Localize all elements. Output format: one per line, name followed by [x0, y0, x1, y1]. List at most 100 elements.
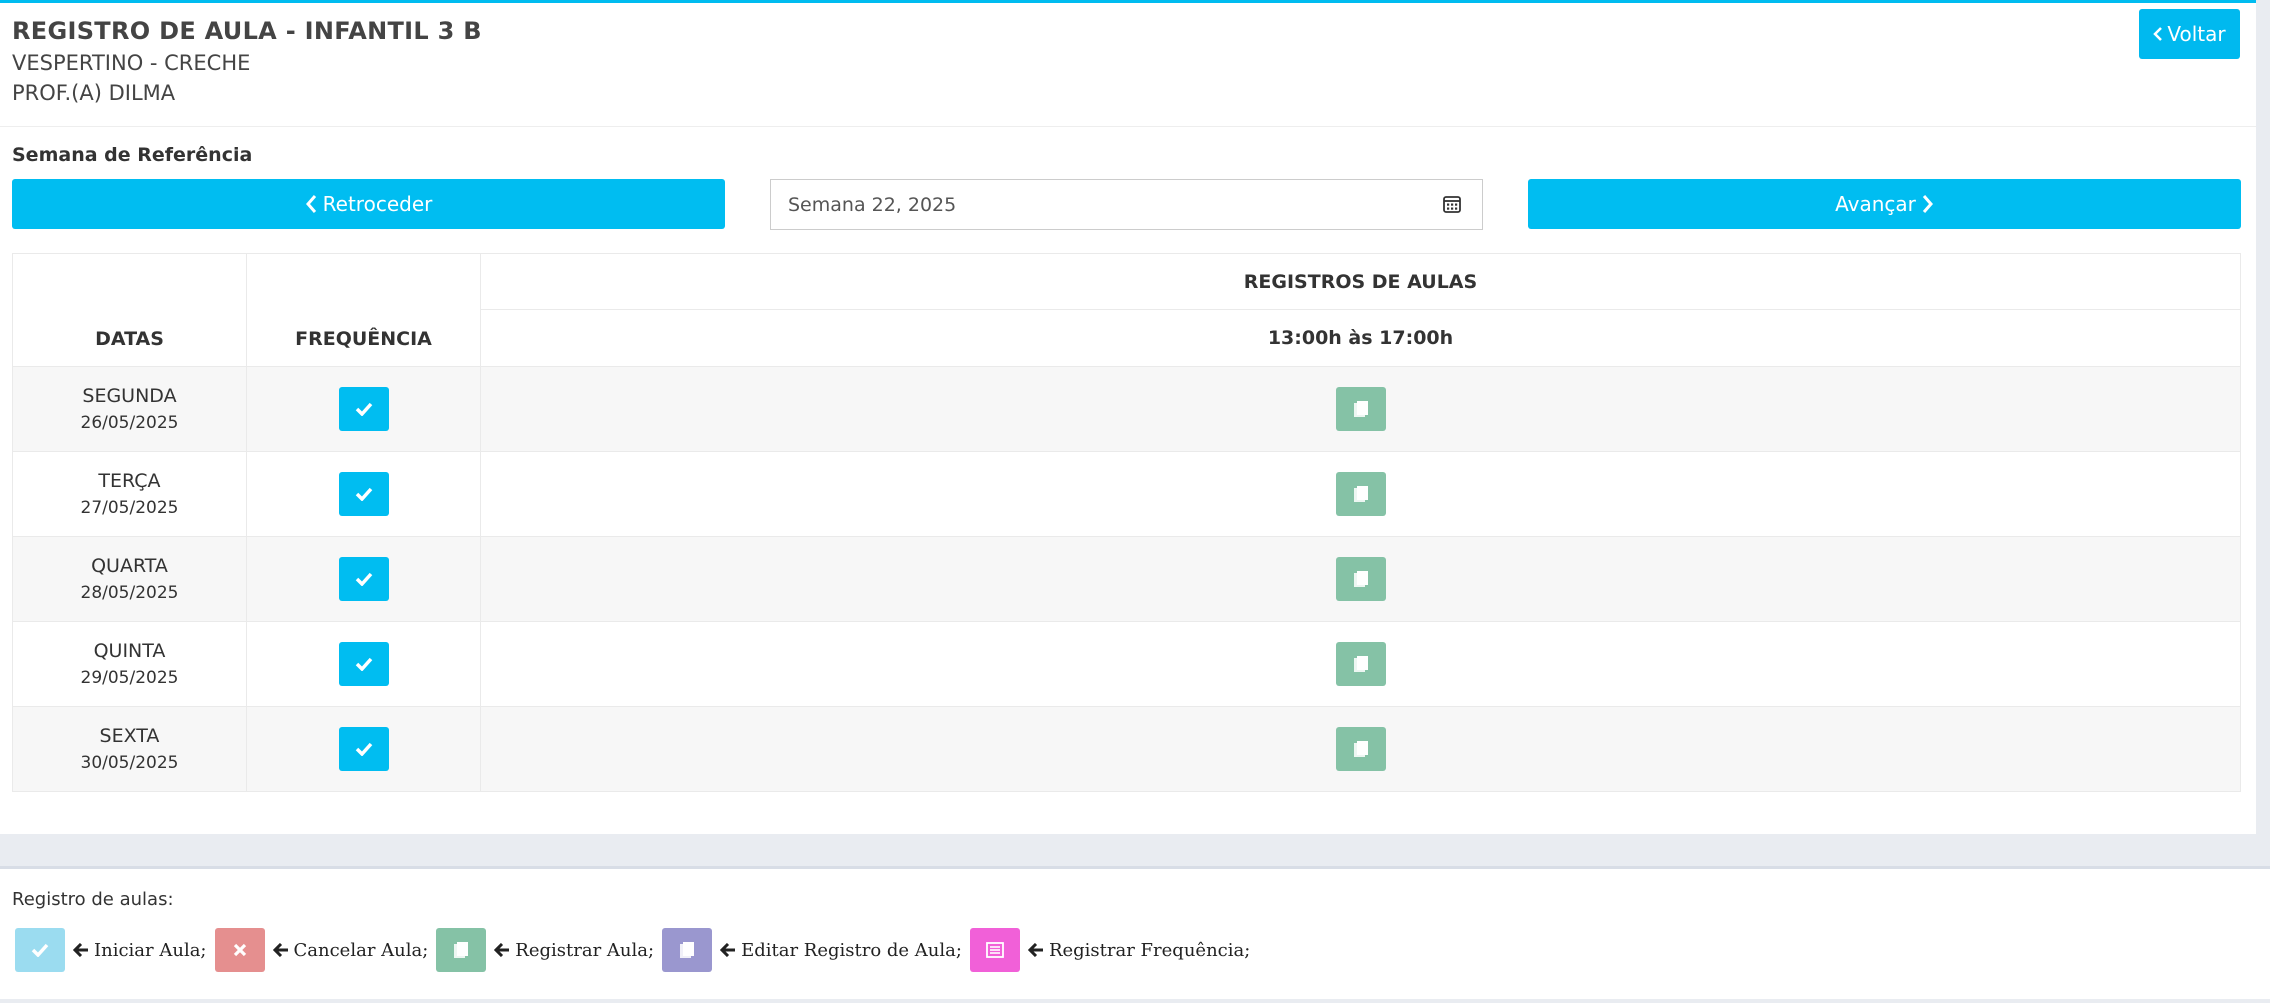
legend-register-class-swatch	[436, 928, 487, 972]
register-class-button[interactable]	[1335, 727, 1386, 771]
schedule-table: DATAS FREQUÊNCIA REGISTROS DE AULAS 13:0…	[12, 253, 2241, 792]
previous-week-label: Retroceder	[322, 192, 433, 216]
table-row: TERÇA 27/05/2025	[12, 451, 2241, 537]
list-icon	[986, 942, 1004, 958]
column-header-dates: DATAS	[12, 253, 247, 367]
legend-panel: Registro de aulas: Iniciar Aula; Cancela…	[0, 866, 2270, 999]
register-class-button[interactable]	[1335, 472, 1386, 516]
legend-label: Iniciar Aula;	[94, 939, 207, 961]
date-cell: TERÇA 27/05/2025	[12, 451, 247, 537]
week-picker-input[interactable]: Semana 22, 2025	[770, 179, 1483, 230]
frequency-cell	[246, 536, 481, 622]
period-header: 13:00h às 17:00h	[480, 309, 2241, 367]
legend-label: Cancelar Aula;	[293, 939, 429, 961]
check-icon	[355, 487, 372, 501]
copy-icon	[1353, 656, 1368, 672]
register-class-button[interactable]	[1335, 557, 1386, 601]
close-icon	[233, 943, 246, 957]
calendar-icon[interactable]	[1442, 194, 1462, 214]
legend-item: Cancelar Aula;	[272, 939, 429, 961]
check-icon	[355, 657, 372, 671]
register-class-button[interactable]	[1335, 387, 1386, 431]
copy-icon	[454, 942, 469, 958]
week-label: Semana de Referência	[12, 144, 253, 166]
day-name: QUARTA	[91, 555, 168, 577]
record-cell	[480, 536, 2241, 622]
main-panel: REGISTRO DE AULA - INFANTIL 3 B VESPERTI…	[0, 0, 2256, 834]
day-date: 29/05/2025	[80, 668, 179, 688]
frequency-button[interactable]	[338, 387, 389, 431]
check-icon	[355, 402, 372, 416]
week-value: Semana 22, 2025	[788, 193, 957, 216]
arrow-left-icon	[1027, 943, 1043, 957]
copy-icon	[1353, 571, 1368, 587]
legend-item: Registrar Aula;	[494, 940, 654, 961]
legend-label: Editar Registro de Aula;	[741, 939, 962, 961]
copy-icon	[680, 942, 695, 958]
frequency-cell	[246, 706, 481, 792]
day-name: SEGUNDA	[82, 385, 177, 407]
table-row: SEXTA 30/05/2025	[12, 706, 2241, 792]
page-title: REGISTRO DE AULA - INFANTIL 3 B	[12, 17, 482, 45]
frequency-cell	[246, 366, 481, 452]
date-cell: QUARTA 28/05/2025	[12, 536, 247, 622]
arrow-left-icon	[272, 943, 288, 957]
legend-item: Editar Registro de Aula;	[720, 940, 962, 961]
record-cell	[480, 451, 2241, 537]
legend-edit-record-swatch	[662, 928, 713, 972]
class-shift: VESPERTINO - CRECHE	[12, 51, 251, 75]
day-date: 30/05/2025	[80, 753, 179, 773]
column-header-records: REGISTROS DE AULAS	[480, 253, 2241, 310]
legend-cancel-class-swatch	[214, 928, 265, 972]
frequency-cell	[246, 621, 481, 707]
divider	[0, 126, 2256, 127]
day-name: SEXTA	[99, 725, 160, 747]
copy-icon	[1353, 486, 1368, 502]
chevron-left-icon	[305, 195, 316, 213]
table-row: SEGUNDA 26/05/2025	[12, 366, 2241, 452]
next-week-button[interactable]: Avançar	[1528, 179, 2241, 229]
day-date: 28/05/2025	[80, 583, 179, 603]
legend: Iniciar Aula; Cancelar Aula; Registrar A…	[15, 928, 1258, 972]
day-name: TERÇA	[98, 470, 161, 492]
check-icon	[355, 742, 372, 756]
arrow-left-icon	[494, 943, 510, 957]
page-header: REGISTRO DE AULA - INFANTIL 3 B VESPERTI…	[12, 17, 482, 105]
day-date: 26/05/2025	[80, 413, 179, 433]
date-cell: QUINTA 29/05/2025	[12, 621, 247, 707]
frequency-button[interactable]	[338, 727, 389, 771]
table-row: QUINTA 29/05/2025	[12, 621, 2241, 707]
copy-icon	[1353, 401, 1368, 417]
record-cell	[480, 621, 2241, 707]
legend-item: Registrar Frequência;	[1027, 939, 1251, 961]
legend-start-class-swatch	[15, 928, 65, 972]
register-class-button[interactable]	[1335, 642, 1386, 686]
chevron-right-icon	[1922, 195, 1933, 213]
column-header-frequency: FREQUÊNCIA	[246, 253, 481, 367]
arrow-left-icon	[720, 943, 736, 957]
legend-label: Registrar Aula;	[515, 939, 655, 961]
legend-register-frequency-swatch	[969, 928, 1020, 972]
legend-item: Iniciar Aula;	[73, 940, 207, 961]
previous-week-button[interactable]: Retroceder	[12, 179, 725, 229]
back-button-label: Voltar	[2167, 22, 2226, 46]
record-cell	[480, 366, 2241, 452]
day-date: 27/05/2025	[80, 498, 179, 518]
legend-label: Registrar Frequência;	[1048, 939, 1251, 961]
check-icon	[31, 943, 49, 957]
record-cell	[480, 706, 2241, 792]
next-week-label: Avançar	[1835, 192, 1916, 216]
day-name: QUINTA	[93, 640, 166, 662]
back-button[interactable]: Voltar	[2139, 9, 2240, 59]
date-cell: SEGUNDA 26/05/2025	[12, 366, 247, 452]
arrow-left-icon	[73, 943, 88, 957]
table-row: QUARTA 28/05/2025	[12, 536, 2241, 622]
frequency-button[interactable]	[338, 472, 389, 516]
legend-title: Registro de aulas:	[12, 889, 174, 910]
frequency-cell	[246, 451, 481, 537]
copy-icon	[1353, 741, 1368, 757]
frequency-button[interactable]	[338, 557, 389, 601]
chevron-left-icon	[2153, 27, 2163, 41]
teacher-name: PROF.(A) DILMA	[12, 81, 176, 105]
frequency-button[interactable]	[338, 642, 389, 686]
